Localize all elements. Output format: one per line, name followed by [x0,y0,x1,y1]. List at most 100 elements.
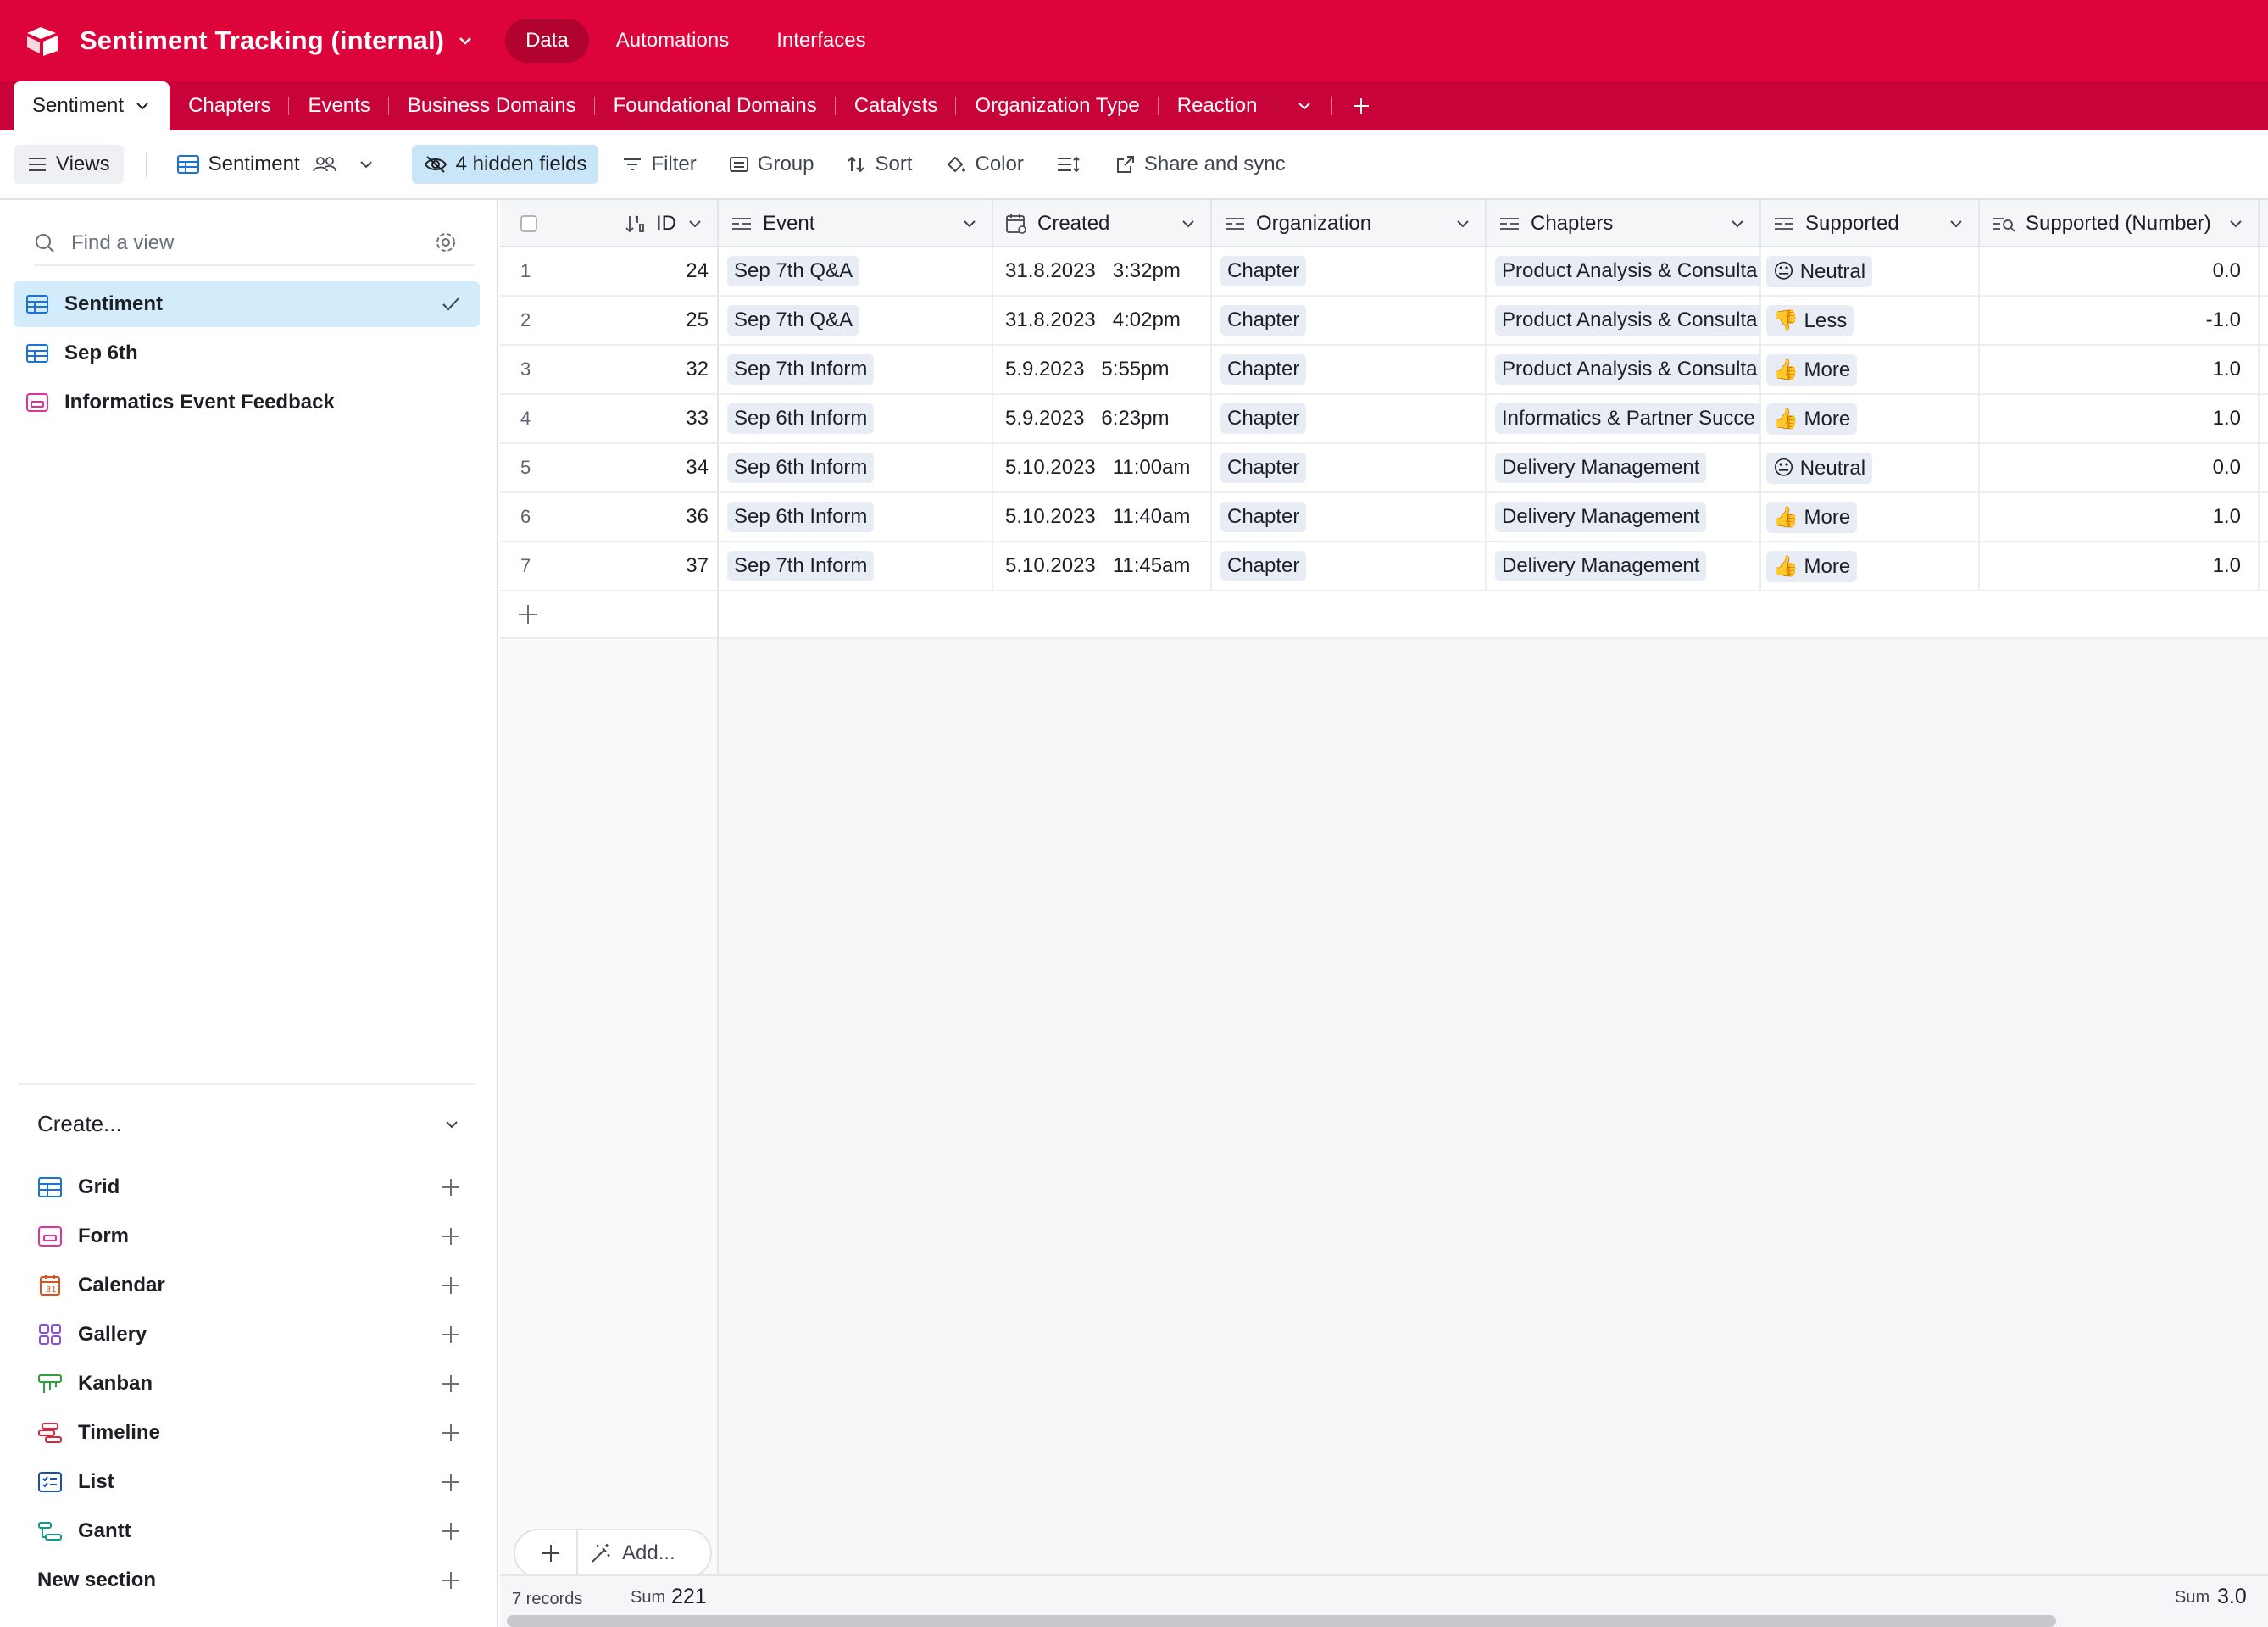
column-header-supported[interactable]: Supported [1761,200,1980,247]
cell-supported-number[interactable]: 1.0 [1980,493,2260,541]
plus-icon[interactable] [441,1275,461,1296]
color-button[interactable]: Color [933,145,1036,184]
column-header-supported-number[interactable]: Supported (Number) [1980,200,2260,247]
create-list[interactable]: List [37,1463,461,1502]
organization-chip[interactable]: Chapter [1220,256,1307,286]
cell-organization[interactable]: Chapter [1212,395,1487,442]
event-chip[interactable]: Sep 6th Inform [727,453,875,483]
find-view-input[interactable]: Find a view [71,231,174,255]
cell-supported[interactable]: 😐 Neutral [1761,247,1980,295]
create-kanban[interactable]: Kanban [37,1364,461,1403]
cell-chapters[interactable]: Delivery Management [1487,493,1761,541]
tab-organization-type[interactable]: Organization Type [956,81,1159,130]
create-grid[interactable]: Grid [37,1168,461,1207]
supported-chip[interactable]: 👍 More [1766,353,1858,386]
cell-organization[interactable]: Chapter [1212,346,1487,393]
table-row[interactable]: 7 37 Sep 7th Inform 5.10.2023 11:45am Cha… [500,542,2268,591]
cell-created[interactable]: 5.10.2023 11:00am [993,444,1212,491]
chapter-chip[interactable]: Product Analysis & Consulta [1495,305,1759,336]
add-row-button[interactable] [500,591,2268,639]
cell-chapters[interactable]: Product Analysis & Consulta [1487,297,1761,344]
chapter-chip[interactable]: Informatics & Partner Succe [1495,403,1759,434]
cell-chapters[interactable]: Product Analysis & Consulta [1487,346,1761,393]
chapter-chip[interactable]: Delivery Management [1495,502,1707,532]
chevron-down-icon[interactable] [961,215,978,232]
more-tables-button[interactable] [1276,81,1332,130]
cell-event[interactable]: Sep 6th Inform [719,493,993,541]
row-height-button[interactable] [1044,145,1092,184]
plus-icon[interactable] [441,1226,461,1247]
organization-chip[interactable]: Chapter [1220,305,1307,336]
cell-id[interactable]: 36 [585,493,719,541]
tab-chapters[interactable]: Chapters [170,81,290,130]
views-button[interactable]: Views [14,145,124,184]
chevron-down-icon[interactable] [2227,215,2244,232]
event-chip[interactable]: Sep 6th Inform [727,403,875,434]
chevron-down-icon[interactable] [1454,215,1471,232]
table-row[interactable]: 2 25 Sep 7th Q&A 31.8.2023 4:02pm Chapter… [500,297,2268,346]
column-header-id[interactable]: ID [585,200,719,247]
cell-event[interactable]: Sep 7th Q&A [719,297,993,344]
cell-supported[interactable]: 👍 More [1761,395,1980,442]
cell-event[interactable]: Sep 7th Inform [719,346,993,393]
supported-chip[interactable]: 👍 More [1766,501,1858,533]
chapter-chip[interactable]: Product Analysis & Consulta [1495,256,1759,286]
cell-organization[interactable]: Chapter [1212,297,1487,344]
cell-supported[interactable]: 👍 More [1761,493,1980,541]
cell-chapters[interactable]: Delivery Management [1487,542,1761,590]
table-row[interactable]: 3 32 Sep 7th Inform 5.9.2023 5:55pm Chapt… [500,346,2268,395]
cell-chapters[interactable]: Product Analysis & Consulta [1487,247,1761,295]
cell-chapters[interactable]: Informatics & Partner Succe [1487,395,1761,442]
tab-reaction[interactable]: Reaction [1159,81,1276,130]
add-label[interactable]: Add... [622,1541,675,1565]
plus-icon[interactable] [441,1423,461,1443]
cell-supported[interactable]: 👎 Less [1761,297,1980,344]
cell-event[interactable]: Sep 7th Inform [719,542,993,590]
table-row[interactable]: 6 36 Sep 6th Inform 5.10.2023 11:40am Cha… [500,493,2268,542]
view-item-informatics-event-feedback[interactable]: Informatics Event Feedback [14,380,480,425]
cell-chapters[interactable]: Delivery Management [1487,444,1761,491]
nav-automations[interactable]: Automations [596,19,749,63]
view-item-sentiment[interactable]: Sentiment [14,281,480,327]
chapter-chip[interactable]: Product Analysis & Consulta [1495,354,1759,385]
column-header-organization[interactable]: Organization [1212,200,1487,247]
id-sum-value[interactable]: 221 [671,1585,707,1609]
supported-chip[interactable]: 😐 Neutral [1766,452,1873,484]
cell-created[interactable]: 31.8.2023 4:02pm [993,297,1212,344]
cell-created[interactable]: 5.9.2023 6:23pm [993,395,1212,442]
cell-event[interactable]: Sep 7th Q&A [719,247,993,295]
cell-created[interactable]: 5.10.2023 11:40am [993,493,1212,541]
number-sum-value[interactable]: 3.0 [2217,1585,2247,1609]
find-view[interactable]: Find a view [34,224,458,263]
cell-created[interactable]: 5.10.2023 11:45am [993,542,1212,590]
id-sum-label[interactable]: Sum [631,1588,665,1608]
event-chip[interactable]: Sep 6th Inform [727,502,875,532]
cell-id[interactable]: 37 [585,542,719,590]
nav-data[interactable]: Data [505,19,589,63]
hidden-fields-button[interactable]: 4 hidden fields [411,145,599,184]
column-header-event[interactable]: Event [719,200,993,247]
create-timeline[interactable]: Timeline [37,1413,461,1452]
chevron-down-icon[interactable] [1729,215,1746,232]
cell-supported-number[interactable]: -1.0 [1980,297,2260,344]
tab-catalysts[interactable]: Catalysts [836,81,957,130]
select-all-checkbox[interactable] [520,215,537,232]
add-table-button[interactable] [1332,81,1390,130]
plus-icon[interactable] [441,1177,461,1197]
supported-chip[interactable]: 👍 More [1766,550,1858,582]
cell-id[interactable]: 24 [585,247,719,295]
cell-supported-number[interactable]: 0.0 [1980,444,2260,491]
cell-id[interactable]: 33 [585,395,719,442]
plus-icon[interactable] [441,1472,461,1492]
chevron-down-icon[interactable] [1180,215,1197,232]
plus-icon[interactable] [441,1374,461,1394]
chevron-down-icon[interactable] [1948,215,1965,232]
organization-chip[interactable]: Chapter [1220,354,1307,385]
cell-supported-number[interactable]: 1.0 [1980,346,2260,393]
plus-icon[interactable] [441,1521,461,1541]
horizontal-scrollbar[interactable] [507,1615,2056,1627]
event-chip[interactable]: Sep 7th Inform [727,354,875,385]
supported-chip[interactable]: 😐 Neutral [1766,255,1873,287]
nav-interfaces[interactable]: Interfaces [756,19,886,63]
organization-chip[interactable]: Chapter [1220,453,1307,483]
